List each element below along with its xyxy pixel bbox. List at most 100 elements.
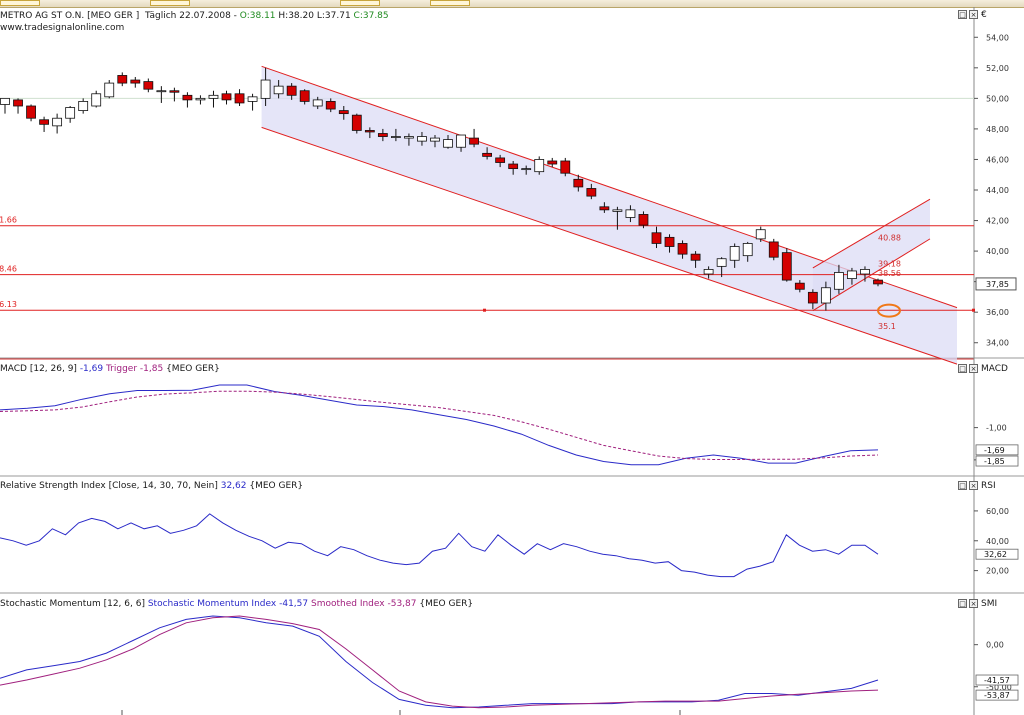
candle-body: [430, 137, 440, 142]
macd-tag: {MEO GER}: [166, 364, 220, 374]
series-line: [0, 513, 879, 578]
candle-body: [338, 110, 349, 115]
smi-scale-title: SMI: [981, 599, 998, 609]
close-icon[interactable]: ×: [969, 10, 978, 19]
smi-tag: {MEO GER}: [419, 599, 474, 609]
y-tick-label: 42,00: [986, 217, 1009, 226]
value-box-label: -53,87: [984, 691, 1010, 700]
series-line: [0, 615, 879, 709]
smi-name: Stochastic Momentum Index: [147, 599, 277, 609]
candle-body: [39, 119, 49, 125]
y-tick-label: -1,00: [986, 424, 1007, 433]
candle-body: [807, 291, 818, 304]
candle-body: [221, 93, 232, 101]
candle-body: [299, 90, 310, 102]
close-icon[interactable]: ×: [969, 599, 978, 608]
series-line: [0, 615, 879, 709]
regression-channel-fill: [261, 66, 957, 365]
candle-body: [143, 81, 154, 90]
line-anchor-marker: [972, 308, 975, 312]
annotation-label: 35.1: [878, 322, 896, 331]
currency-label: €: [981, 10, 987, 20]
candle-body: [117, 75, 128, 84]
y-tick-label: 20,00: [986, 567, 1009, 576]
macd-panel-header: MACD [12, 26, 9] -1,69 Trigger -1,85 {ME…: [0, 362, 220, 376]
y-tick-label: 48,00: [986, 125, 1009, 134]
candle-body: [443, 139, 453, 148]
candle-body: [390, 136, 401, 138]
maximize-icon[interactable]: □: [958, 364, 967, 373]
candle-body: [286, 85, 297, 96]
candle-body: [794, 282, 805, 290]
candle-body: [182, 94, 193, 101]
y-tick-label: 44,00: [986, 186, 1009, 195]
candle-body: [573, 178, 584, 188]
trigger-value: -1,85: [139, 364, 164, 374]
value-box-label: -41,57: [984, 676, 1010, 685]
candle-body: [351, 114, 362, 131]
close-icon[interactable]: ×: [969, 481, 978, 490]
candle-body: [130, 79, 141, 84]
candle-body: [664, 236, 675, 247]
rsi-tag: {MEO GER}: [249, 481, 304, 491]
candle-body: [716, 258, 727, 267]
chart-window: 54,00 52,00 50,00 48,00 46,00 44,00 42,00 40,00…: [0, 0, 1024, 715]
date-label: 22.07.2008: [179, 11, 231, 21]
candle-body: [417, 136, 427, 142]
rsi-panel-window-buttons: □ ×: [958, 481, 978, 491]
horizontal-line-label: 41.66: [0, 216, 17, 225]
y-tick-label: 40,00: [986, 537, 1009, 546]
candle-body: [729, 246, 740, 261]
candle-body: [169, 90, 180, 93]
watermark: www.tradesignalonline.com: [0, 23, 125, 33]
open-label: O:38.11: [239, 11, 276, 21]
rsi-label: Relative Strength Index [Close, 14, 30, …: [0, 481, 218, 491]
maximize-icon[interactable]: □: [958, 481, 967, 490]
candle-body: [469, 137, 479, 145]
horizontal-line-label: 38.46: [0, 265, 17, 274]
close-icon[interactable]: ×: [969, 364, 978, 373]
y-tick-label: 54,00: [986, 33, 1009, 42]
candle-body: [860, 269, 870, 275]
candle-body: [547, 160, 558, 165]
candle-body: [312, 99, 323, 107]
macd-value: -1,69: [79, 364, 104, 374]
maximize-icon[interactable]: □: [958, 10, 967, 19]
candle-body: [364, 130, 375, 133]
series-line: [0, 384, 879, 466]
maximize-icon[interactable]: □: [958, 599, 967, 608]
candle-body: [703, 269, 714, 275]
candle-body: [495, 157, 506, 163]
candle-body: [690, 253, 701, 261]
candle-body: [0, 97, 10, 105]
candle-body: [91, 93, 102, 107]
symbol-label: METRO AG ST O.N. [MEO GER: [0, 11, 133, 21]
y-tick-label: 36,00: [986, 308, 1009, 317]
candle-body: [247, 96, 258, 102]
line-anchor-marker: [483, 308, 486, 312]
rsi-value: 32,62: [220, 481, 247, 491]
candle-body: [638, 214, 649, 226]
smi-value: -41,57: [279, 599, 309, 609]
y-tick-label: 52,00: [986, 64, 1009, 73]
annotation-label: 38.56: [878, 269, 901, 278]
candle-body: [873, 279, 883, 285]
candle-body: [13, 99, 23, 107]
candle-body: [195, 97, 206, 101]
smoothed-name: Smoothed Index: [310, 599, 385, 609]
candle-body: [768, 241, 779, 258]
low-label: L:37.71: [316, 11, 351, 21]
candle-body: [208, 94, 219, 99]
series-line: [0, 390, 879, 460]
smoothed-value: -53,87: [387, 599, 417, 609]
last-price-label: 37,85: [986, 280, 1009, 289]
y-tick-label: 34,00: [986, 339, 1009, 348]
candle-body: [781, 252, 792, 281]
y-tick-label: 46,00: [986, 155, 1009, 164]
candle-body: [677, 243, 688, 255]
macd-scale-title: MACD: [981, 364, 1008, 374]
smi-label: Stochastic Momentum [12, 6, 6]: [0, 599, 145, 609]
y-tick-label: 0,00: [986, 641, 1004, 650]
candle-body: [52, 117, 63, 127]
trigger-name: Trigger: [105, 364, 138, 374]
